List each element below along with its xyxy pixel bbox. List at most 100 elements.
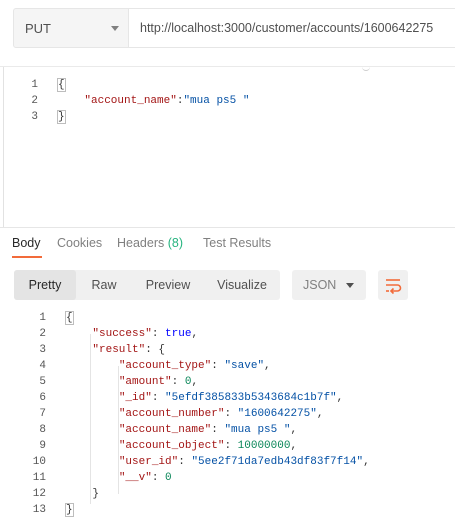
tab-test-results[interactable]: Test Results xyxy=(203,236,271,250)
body-code[interactable]: { "account_name":"mua ps5 "} xyxy=(57,77,249,125)
code-token: "account_object" xyxy=(118,440,225,452)
active-tab-indicator xyxy=(12,256,42,258)
code-token: { xyxy=(65,311,74,325)
code-token: : xyxy=(151,392,166,404)
code-token: "_id" xyxy=(118,392,152,404)
method-select[interactable]: PUT xyxy=(13,8,129,48)
code-token: "account_name" xyxy=(84,95,177,107)
code-line: "account_type": "save", xyxy=(66,358,370,374)
line-number: 10 xyxy=(32,456,46,468)
code-line: } xyxy=(65,502,370,518)
line-number: 6 xyxy=(39,392,46,404)
format-select[interactable]: JSON xyxy=(292,270,366,300)
code-line: "account_object": 10000000, xyxy=(66,438,370,454)
line-number: 2 xyxy=(31,95,38,107)
code-token: } xyxy=(57,110,66,124)
line-number: 4 xyxy=(39,360,46,372)
response-line-numbers: 1 2 3 4 5 6 7 8 9 10 11 12 13 xyxy=(22,310,46,518)
code-line: "account_name": "mua ps5 ", xyxy=(66,422,370,438)
line-number: 13 xyxy=(32,504,46,516)
code-token: } xyxy=(65,503,74,517)
line-number: 1 xyxy=(31,79,38,91)
code-line: "amount": 0, xyxy=(66,374,370,390)
response-code[interactable]: { "success": true, "result": { "account_… xyxy=(65,310,370,518)
code-line: "user_id": "5ee2f71da7edb43df83f7f14", xyxy=(66,454,370,470)
code-token: : xyxy=(151,472,166,484)
headers-count-badge: (8) xyxy=(167,236,184,250)
response-body-viewer[interactable]: 1 2 3 4 5 6 7 8 9 10 11 12 13 { "success": true, "re… xyxy=(0,310,455,525)
code-token: , xyxy=(290,424,298,436)
line-number: 5 xyxy=(39,376,46,388)
view-mode-toolbar: Pretty Raw Preview Visualize xyxy=(14,270,280,300)
line-number: 7 xyxy=(39,408,46,420)
code-token: : xyxy=(178,456,192,468)
line-number: 9 xyxy=(39,440,46,452)
code-token: { xyxy=(57,78,66,92)
code-token: : xyxy=(224,440,238,452)
code-token: "amount" xyxy=(118,376,172,388)
preview-button[interactable]: Preview xyxy=(132,270,204,300)
line-number: 3 xyxy=(39,344,46,356)
pretty-button[interactable]: Pretty xyxy=(14,270,76,300)
code-token: , xyxy=(336,392,344,404)
code-line: "success": true, xyxy=(66,326,370,342)
code-token: : xyxy=(211,424,225,436)
line-number: 8 xyxy=(39,424,46,436)
code-line: "account_name":"mua ps5 " xyxy=(58,93,249,109)
code-token: : xyxy=(171,376,185,388)
code-token: "account_type" xyxy=(118,360,212,372)
code-token: "account_name" xyxy=(118,424,212,436)
code-line: } xyxy=(66,486,370,502)
wrap-lines-icon xyxy=(386,279,402,295)
resize-handle-icon[interactable] xyxy=(362,64,370,71)
code-token: 0 xyxy=(165,472,172,484)
code-token: "5efdf385833b5343684c1b7f" xyxy=(165,392,337,404)
raw-button[interactable]: Raw xyxy=(76,270,132,300)
code-token: , xyxy=(363,456,370,468)
code-token: "mua ps5 " xyxy=(183,95,250,107)
wrap-lines-button[interactable] xyxy=(378,270,408,300)
code-line: "_id": "5efdf385833b5343684c1b7f", xyxy=(66,390,370,406)
tab-headers[interactable]: Headers (8) xyxy=(117,236,183,250)
request-body-editor[interactable]: 1 2 3 { "account_name":"mua ps5 "} xyxy=(0,66,455,227)
body-line-numbers: 1 2 3 xyxy=(14,77,38,125)
code-token: , xyxy=(316,408,324,420)
tab-body[interactable]: Body xyxy=(12,236,41,250)
visualize-button[interactable]: Visualize xyxy=(204,270,280,300)
code-line: "account_number": "1600642275", xyxy=(66,406,370,422)
format-label: JSON xyxy=(303,278,337,292)
code-token: "5ee2f71da7edb43df83f7f14" xyxy=(191,456,364,468)
code-token: : { xyxy=(145,344,166,356)
chevron-down-icon xyxy=(111,26,119,31)
code-line: "result": { xyxy=(66,342,370,358)
url-input[interactable]: http://localhost:3000/customer/accounts/… xyxy=(129,8,455,48)
code-token: true xyxy=(165,328,192,340)
code-line: { xyxy=(65,310,370,326)
code-line: { xyxy=(57,77,249,93)
url-text: http://localhost:3000/customer/accounts/… xyxy=(140,21,434,35)
line-number: 3 xyxy=(31,111,38,123)
method-label: PUT xyxy=(25,21,51,36)
code-line: } xyxy=(57,109,249,125)
code-line: "__v": 0 xyxy=(66,470,370,486)
code-token: : xyxy=(211,360,225,372)
code-token: } xyxy=(66,488,100,500)
code-token: : xyxy=(151,328,166,340)
tab-cookies[interactable]: Cookies xyxy=(57,236,102,250)
code-token: , xyxy=(191,328,199,340)
code-token: , xyxy=(290,440,298,452)
request-bar: PUT http://localhost:3000/customer/accou… xyxy=(0,0,455,60)
line-number: 1 xyxy=(39,312,46,324)
code-token: , xyxy=(264,360,271,372)
tab-headers-label: Headers xyxy=(117,236,165,250)
code-token: "result" xyxy=(92,344,146,356)
